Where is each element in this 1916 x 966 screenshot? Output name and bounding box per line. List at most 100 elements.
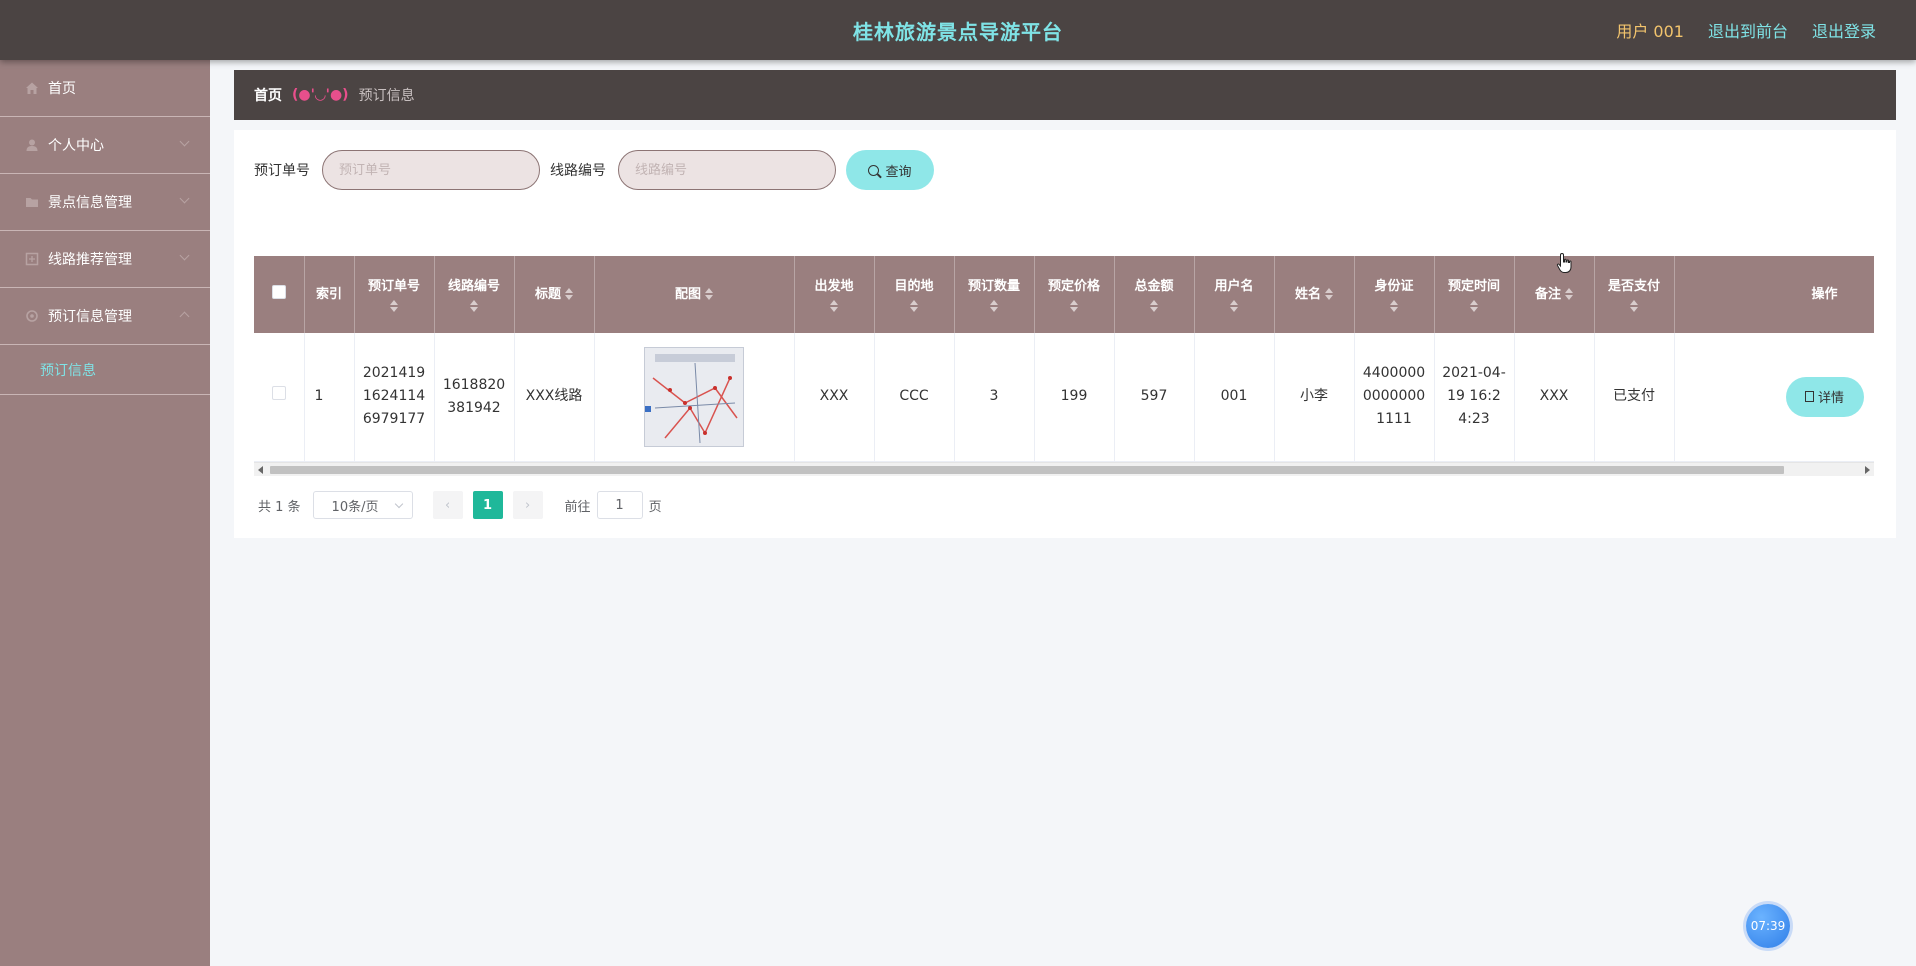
query-button-label: 查询 [885, 164, 912, 180]
sort-icon[interactable] [1599, 299, 1670, 312]
sidebar-item-booking-management[interactable]: 预订信息管理 [0, 288, 210, 345]
detail-button-label: 详情 [1817, 391, 1844, 407]
cell-destination: CCC [874, 333, 955, 462]
column-header-sortable[interactable]: 预订数量 [954, 256, 1035, 333]
sort-icon[interactable] [1199, 299, 1270, 312]
chevron-down-icon [394, 499, 403, 509]
detail-button[interactable]: 详情 [1785, 376, 1864, 417]
route-number-input[interactable] [618, 150, 836, 190]
sort-icon[interactable] [565, 288, 573, 300]
cell-route-number: 1618820381942 [434, 333, 515, 462]
goto-page-input[interactable] [596, 491, 643, 519]
column-header-actions: 操作 [1674, 256, 1874, 333]
sort-icon[interactable] [1439, 299, 1510, 312]
column-header-sortable[interactable]: 用户名 [1194, 256, 1275, 333]
page-size-select[interactable]: 10条/页 [312, 491, 413, 519]
cell-index: 1 [304, 333, 355, 462]
column-header-sortable[interactable]: 备注 [1514, 256, 1595, 333]
logout-link[interactable]: 退出登录 [1812, 18, 1876, 42]
scrollbar-thumb[interactable] [270, 466, 1784, 474]
cell-title: XXX线路 [514, 333, 595, 462]
sort-icon[interactable] [359, 299, 430, 312]
select-all-header [254, 256, 305, 333]
sort-icon[interactable] [1039, 299, 1110, 312]
prev-page-button[interactable]: ‹ [432, 491, 463, 519]
horizontal-scrollbar[interactable] [254, 462, 1874, 476]
cell-time: 2021-04-19 16:24:23 [1434, 333, 1515, 462]
route-map-thumbnail[interactable] [644, 346, 744, 447]
column-header-sortable[interactable]: 出发地 [794, 256, 875, 333]
booking-table: 索引 预订单号 线路编号 标题 配图 出发地 目的地 预订数量 预定价格 总金额… [254, 256, 1874, 476]
scroll-right-arrow-icon[interactable] [1865, 466, 1870, 474]
sidebar-item-home[interactable]: 首页 [0, 60, 210, 117]
sidebar-item-route-management[interactable]: 线路推荐管理 [0, 231, 210, 288]
sort-icon[interactable] [1119, 299, 1190, 312]
column-header-sortable[interactable]: 配图 [594, 256, 795, 333]
cell-origin: XXX [794, 333, 875, 462]
chevron-down-icon [179, 193, 190, 204]
sort-icon[interactable] [705, 288, 713, 300]
column-header-sortable[interactable]: 预定时间 [1434, 256, 1515, 333]
column-header-sortable[interactable]: 是否支付 [1594, 256, 1675, 333]
chevron-down-icon [179, 136, 190, 147]
sidebar-item-attraction-management[interactable]: 景点信息管理 [0, 174, 210, 231]
sort-icon[interactable] [1565, 288, 1573, 300]
top-header: 桂林旅游景点导游平台 用户 001 退出到前台 退出登录 [0, 0, 1916, 60]
route-number-label: 线路编号 [550, 163, 606, 179]
column-header-sortable[interactable]: 身份证 [1354, 256, 1435, 333]
page-size-value: 10条/页 [331, 499, 379, 515]
breadcrumb: 首页 (●'◡'●) 预订信息 [234, 70, 1896, 120]
pagination: 共 1 条 10条/页 ‹ 1 › 前往 页 [258, 490, 662, 520]
cell-order-number: 202141916241146979177 [354, 333, 435, 462]
breadcrumb-current: 预订信息 [358, 88, 415, 104]
sort-icon[interactable] [879, 299, 950, 312]
scroll-left-arrow-icon[interactable] [258, 466, 263, 474]
settings-icon [24, 308, 40, 324]
cell-actions: 详情 [1674, 333, 1874, 462]
sort-icon[interactable] [959, 299, 1030, 312]
sidebar-subitem-booking-info[interactable]: 预订信息 [0, 345, 210, 395]
clock-widget[interactable]: 07:39 [1746, 904, 1790, 948]
column-header-sortable[interactable]: 目的地 [874, 256, 955, 333]
sidebar-item-label: 景点信息管理 [48, 195, 132, 211]
cell-quantity: 3 [954, 333, 1035, 462]
column-header-sortable[interactable]: 总金额 [1114, 256, 1195, 333]
cell-price: 199 [1034, 333, 1115, 462]
cell-remark: XXX [1514, 333, 1595, 462]
sort-icon[interactable] [439, 299, 510, 312]
cell-username: 001 [1194, 333, 1275, 462]
next-page-button[interactable]: › [512, 491, 543, 519]
sidebar-item-label: 个人中心 [48, 138, 104, 154]
sidebar-item-label: 预订信息管理 [48, 309, 132, 325]
current-user-label: 用户 001 [1616, 22, 1684, 41]
sidebar-item-label: 线路推荐管理 [48, 252, 132, 268]
search-icon [868, 164, 880, 176]
app-title: 桂林旅游景点导游平台 [853, 19, 1063, 44]
row-checkbox[interactable] [271, 386, 286, 401]
breadcrumb-separator: (●'◡'●) [292, 87, 349, 103]
sort-icon[interactable] [799, 299, 870, 312]
column-header-sortable[interactable]: 标题 [514, 256, 595, 333]
sidebar-item-label: 首页 [48, 81, 76, 97]
table-row: 1 202141916241146979177 1618820381942 XX… [254, 333, 1874, 462]
column-header-sortable[interactable]: 预定价格 [1034, 256, 1115, 333]
cell-id-card: 440000000000001111 [1354, 333, 1435, 462]
column-header-sortable[interactable]: 姓名 [1274, 256, 1355, 333]
query-button[interactable]: 查询 [846, 150, 934, 190]
select-all-checkbox[interactable] [271, 284, 286, 299]
breadcrumb-home[interactable]: 首页 [254, 85, 282, 105]
sort-icon[interactable] [1325, 288, 1333, 300]
user-icon [24, 137, 40, 153]
sidebar-item-personal-center[interactable]: 个人中心 [0, 117, 210, 174]
cell-total: 597 [1114, 333, 1195, 462]
chevron-down-icon [179, 250, 190, 261]
pagination-total: 共 1 条 [258, 499, 301, 515]
sort-icon[interactable] [1359, 299, 1430, 312]
cell-paid: 已支付 [1594, 333, 1675, 462]
exit-to-front-link[interactable]: 退出到前台 [1708, 18, 1788, 42]
hand-cursor-icon [1556, 252, 1574, 279]
column-header-sortable[interactable]: 预订单号 [354, 256, 435, 333]
page-number-button[interactable]: 1 [472, 491, 503, 519]
order-number-input[interactable] [322, 150, 540, 190]
column-header-sortable[interactable]: 线路编号 [434, 256, 515, 333]
